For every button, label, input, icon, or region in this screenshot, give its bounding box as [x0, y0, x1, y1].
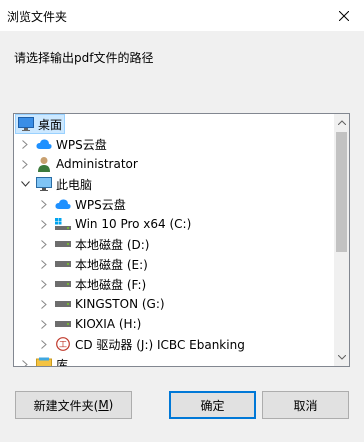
tree-item[interactable]: 库	[14, 354, 336, 367]
chevron-right-icon[interactable]	[36, 214, 52, 234]
tree-item-content: 库	[33, 354, 71, 367]
tree-item-label: 本地磁盘 (F:)	[75, 277, 147, 292]
scroll-down-arrow-icon[interactable]	[334, 349, 349, 366]
tree-item[interactable]: 桌面	[14, 114, 336, 134]
chevron-right-icon[interactable]	[17, 154, 33, 174]
tree-item-content: 本地磁盘 (E:)	[52, 254, 151, 274]
library-icon	[36, 356, 52, 366]
folder-tree-rows: 桌面 WPS云盘 Administrator 此电脑 WPS云盘 Win 10 Pro x…	[14, 114, 336, 366]
tree-item-label: 库	[56, 357, 69, 367]
tree-item-label: CD 驱动器 (J:) ICBC Ebanking	[75, 337, 245, 352]
drive-icon	[55, 276, 71, 292]
new-folder-label-prefix: 新建文件夹(	[33, 398, 99, 413]
cloud-icon	[36, 136, 52, 152]
folder-tree[interactable]: 桌面 WPS云盘 Administrator 此电脑 WPS云盘 Win 10 Pro x…	[13, 113, 350, 367]
drive-icon	[55, 316, 71, 332]
tree-item-content: 本地磁盘 (F:)	[52, 274, 149, 294]
scrollbar-thumb[interactable]	[336, 132, 347, 252]
drive-icon	[55, 236, 71, 252]
tree-item[interactable]: WPS云盘	[14, 194, 336, 214]
chevron-right-icon[interactable]	[36, 274, 52, 294]
chevron-right-icon[interactable]	[36, 254, 52, 274]
tree-item[interactable]: Win 10 Pro x64 (C:)	[14, 214, 336, 234]
title-bar: 浏览文件夹	[0, 0, 364, 31]
tree-item-label: 桌面	[38, 117, 63, 132]
tree-item[interactable]: 工 CD 驱动器 (J:) ICBC Ebanking	[14, 334, 336, 354]
tree-item-label: Administrator	[56, 157, 138, 171]
new-folder-label-suffix: )	[108, 398, 114, 412]
tree-item-content: 此电脑	[33, 174, 95, 194]
close-button[interactable]	[324, 0, 364, 31]
ok-button[interactable]: 确定	[169, 391, 256, 419]
tree-item-label: KINGSTON (G:)	[75, 297, 165, 311]
tree-item-content: 本地磁盘 (D:)	[52, 234, 152, 254]
tree-item[interactable]: KIOXIA (H:)	[14, 314, 336, 334]
tree-item-content: WPS云盘	[52, 194, 129, 214]
tree-item-label: 本地磁盘 (E:)	[75, 257, 148, 272]
chevron-right-icon[interactable]	[17, 134, 33, 154]
tree-item-label: Win 10 Pro x64 (C:)	[75, 217, 192, 231]
tree-item[interactable]: 此电脑	[14, 174, 336, 194]
chevron-right-icon[interactable]	[17, 354, 33, 366]
new-folder-button[interactable]: 新建文件夹(M)	[15, 391, 132, 419]
window-title: 浏览文件夹	[7, 10, 68, 24]
chevron-right-icon[interactable]	[36, 234, 52, 254]
tree-item[interactable]: 本地磁盘 (F:)	[14, 274, 336, 294]
cancel-label: 取消	[293, 398, 318, 413]
system-drive-icon	[55, 216, 71, 232]
chevron-right-icon[interactable]	[36, 194, 52, 214]
computer-icon	[36, 176, 52, 192]
dialog-body: 请选择输出pdf文件的路径 桌面 WPS云盘 Administrator 此电脑 WPS…	[0, 31, 364, 442]
tree-item-content: Win 10 Pro x64 (C:)	[52, 214, 194, 234]
chevron-right-icon[interactable]	[36, 314, 52, 334]
tree-item-content: 桌面	[15, 114, 66, 134]
user-icon	[36, 156, 52, 172]
tree-item[interactable]: Administrator	[14, 154, 336, 174]
chevron-right-icon[interactable]	[36, 294, 52, 314]
tree-item-label: WPS云盘	[75, 197, 126, 212]
tree-item-label: 此电脑	[56, 177, 93, 192]
desktop-icon	[18, 116, 34, 132]
tree-item-content: 工 CD 驱动器 (J:) ICBC Ebanking	[52, 334, 248, 354]
tree-item[interactable]: KINGSTON (G:)	[14, 294, 336, 314]
vertical-scrollbar[interactable]	[334, 114, 349, 366]
tree-item-label: 本地磁盘 (D:)	[75, 237, 150, 252]
tree-item-content: Administrator	[33, 154, 141, 174]
cancel-button[interactable]: 取消	[262, 391, 349, 419]
tree-item-label: KIOXIA (H:)	[75, 317, 142, 331]
tree-item-content: WPS云盘	[33, 134, 110, 154]
tree-item-content: KINGSTON (G:)	[52, 294, 168, 314]
new-folder-accelerator: M	[98, 398, 109, 412]
close-icon	[339, 10, 349, 21]
chevron-right-icon[interactable]	[36, 334, 52, 354]
tree-item-content: KIOXIA (H:)	[52, 314, 144, 334]
tree-item-label: WPS云盘	[56, 137, 107, 152]
drive-icon	[55, 296, 71, 312]
cd-drive-icon: 工	[55, 336, 71, 352]
tree-item[interactable]: 本地磁盘 (D:)	[14, 234, 336, 254]
chevron-down-icon[interactable]	[17, 174, 33, 194]
tree-item[interactable]: 本地磁盘 (E:)	[14, 254, 336, 274]
svg-text:工: 工	[59, 340, 67, 349]
scroll-up-arrow-icon[interactable]	[334, 114, 349, 131]
tree-item[interactable]: WPS云盘	[14, 134, 336, 154]
ok-label: 确定	[200, 398, 225, 413]
drive-icon	[55, 256, 71, 272]
instruction-text: 请选择输出pdf文件的路径	[14, 51, 154, 65]
cloud-icon	[55, 196, 71, 212]
